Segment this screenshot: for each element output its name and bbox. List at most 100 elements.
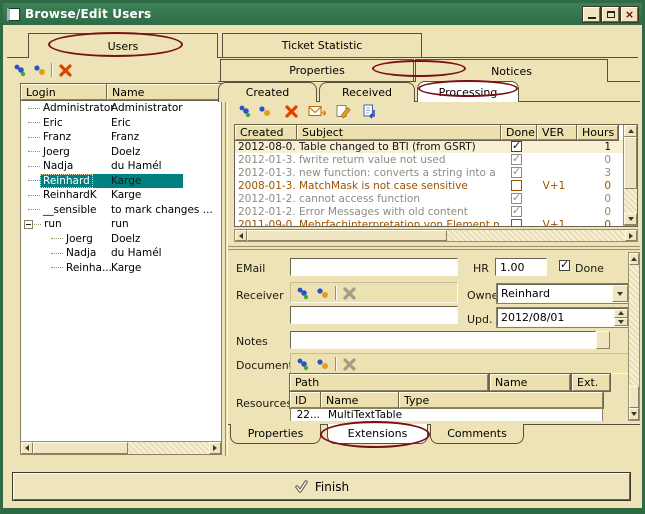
- column-subject[interactable]: Subject: [297, 125, 501, 140]
- horizontal-splitter[interactable]: [228, 246, 640, 250]
- scroll-up-button[interactable]: [624, 125, 637, 137]
- maximize-button[interactable]: [602, 7, 619, 22]
- spin-down-button[interactable]: [614, 318, 628, 327]
- tree-row-selected[interactable]: ReinhardKarge: [21, 174, 221, 189]
- delete-receiver-button-disabled[interactable]: [340, 284, 358, 302]
- done-checkbox[interactable]: [511, 180, 522, 191]
- scroll-thumb[interactable]: [33, 442, 128, 454]
- add-receiver-button[interactable]: [294, 284, 312, 302]
- column-type[interactable]: Type: [399, 392, 603, 408]
- scroll-thumb[interactable]: [247, 230, 447, 241]
- column-ver[interactable]: VER: [537, 125, 577, 140]
- done-checkbox[interactable]: [511, 167, 522, 178]
- minimize-button[interactable]: [583, 7, 600, 22]
- tab-properties-bottom[interactable]: Properties: [230, 424, 321, 444]
- close-button[interactable]: ×: [621, 7, 638, 22]
- scroll-track[interactable]: [128, 442, 209, 454]
- delete-user-button[interactable]: [56, 61, 74, 79]
- tree-hscrollbar[interactable]: [21, 441, 221, 454]
- link-receiver-button[interactable]: [314, 284, 332, 302]
- tree-row-child[interactable]: Nadjadu Hamél: [21, 246, 221, 261]
- tab-ticket-statistic[interactable]: Ticket Statistic: [222, 33, 422, 57]
- notice-row[interactable]: 2008-01-3... MatchMask is not case sensi…: [235, 179, 637, 192]
- edit-notice-button[interactable]: [334, 102, 352, 120]
- upd-date-field[interactable]: 2012/08/01: [497, 308, 629, 327]
- tree-row[interactable]: EricEric: [21, 116, 221, 131]
- tab-comments[interactable]: Comments: [430, 424, 524, 444]
- tree-row-child[interactable]: Reinha...Karge: [21, 261, 221, 276]
- done-checkbox[interactable]: [511, 219, 522, 227]
- column-doc-name[interactable]: Name: [490, 374, 570, 391]
- add-document-button[interactable]: [294, 355, 312, 373]
- done-checkbox-form[interactable]: [559, 260, 570, 271]
- tree-row[interactable]: FranzFranz: [21, 130, 221, 145]
- resource-row[interactable]: 22... MultiTextTable: [290, 408, 603, 421]
- tab-notices[interactable]: Notices: [415, 59, 608, 82]
- notice-row[interactable]: 2012-01-2... cannot access function 0: [235, 192, 637, 205]
- subtab-created[interactable]: Created: [218, 82, 317, 102]
- scroll-thumb[interactable]: [629, 386, 639, 408]
- tree-row[interactable]: __sensibleto mark changes ...: [21, 203, 221, 218]
- add-user-button[interactable]: [11, 61, 29, 79]
- scroll-down-button[interactable]: [629, 408, 639, 420]
- link-user-button[interactable]: [31, 61, 49, 79]
- notes-field[interactable]: [290, 331, 596, 349]
- scroll-track[interactable]: [629, 265, 639, 386]
- column-login[interactable]: Login: [21, 84, 107, 100]
- done-checkbox[interactable]: [511, 206, 522, 217]
- send-mail-button[interactable]: [308, 102, 326, 120]
- tab-properties[interactable]: Properties: [220, 59, 414, 81]
- scroll-thumb[interactable]: [624, 137, 637, 189]
- link-document-button[interactable]: [314, 355, 332, 373]
- tree-row[interactable]: runrun: [21, 217, 221, 232]
- subtab-processing[interactable]: Processing: [417, 81, 519, 102]
- hr-field[interactable]: [495, 258, 547, 276]
- scroll-left-button[interactable]: [21, 442, 33, 454]
- add-notice-button[interactable]: [236, 102, 254, 120]
- column-id[interactable]: ID: [290, 392, 321, 408]
- tree-row[interactable]: JoergDoelz: [21, 145, 221, 160]
- email-field[interactable]: [290, 258, 458, 276]
- notice-row[interactable]: 2012-01-3... new function: converts a st…: [235, 166, 637, 179]
- done-checkbox[interactable]: [511, 193, 522, 204]
- dropdown-button[interactable]: [612, 285, 628, 302]
- panel-splitter[interactable]: [225, 60, 228, 456]
- tree-row[interactable]: AdministratorAdministrator: [21, 101, 221, 116]
- tab-users[interactable]: Users: [28, 33, 218, 58]
- done-checkbox[interactable]: [511, 154, 522, 165]
- tree-row[interactable]: Nadjadu Hamél: [21, 159, 221, 174]
- notices-hscrollbar[interactable]: [234, 229, 638, 242]
- scroll-track[interactable]: [447, 230, 625, 241]
- column-ext[interactable]: Ext.: [572, 374, 610, 391]
- tree-row-child[interactable]: JoergDoelz: [21, 232, 221, 247]
- scroll-track[interactable]: [624, 189, 637, 213]
- tab-extensions[interactable]: Extensions: [327, 424, 428, 444]
- copy-notice-button[interactable]: [360, 102, 378, 120]
- finish-button[interactable]: Finish: [13, 473, 630, 500]
- scroll-right-button[interactable]: [209, 442, 221, 454]
- collapse-expander-icon[interactable]: [24, 220, 33, 229]
- column-name[interactable]: Name: [107, 84, 221, 100]
- spin-up-button[interactable]: [614, 309, 628, 318]
- column-res-name[interactable]: Name: [321, 392, 399, 408]
- notice-row[interactable]: 2012-01-3... fwrite return value not use…: [235, 153, 637, 166]
- column-hours[interactable]: Hours: [577, 125, 618, 140]
- column-created[interactable]: Created: [235, 125, 297, 140]
- notice-row[interactable]: 2012-08-0... Table changed to BTI (from …: [235, 140, 637, 153]
- notices-vscrollbar[interactable]: [623, 125, 637, 226]
- receiver-field[interactable]: [290, 306, 458, 324]
- scroll-up-button[interactable]: [629, 253, 639, 265]
- subtab-received[interactable]: Received: [319, 82, 415, 102]
- form-vscrollbar[interactable]: [628, 252, 640, 421]
- scroll-right-button[interactable]: [625, 230, 637, 241]
- tree-row[interactable]: ReinhardKKarge: [21, 188, 221, 203]
- scroll-left-button[interactable]: [235, 230, 247, 241]
- column-done[interactable]: Done: [501, 125, 537, 140]
- link-notice-button[interactable]: [256, 102, 274, 120]
- notice-row[interactable]: 2012-01-2... Error Messages with old con…: [235, 205, 637, 218]
- done-checkbox[interactable]: [511, 141, 522, 152]
- delete-document-button-disabled[interactable]: [340, 355, 358, 373]
- delete-notice-button[interactable]: [282, 102, 300, 120]
- owner-dropdown[interactable]: Reinhard: [497, 284, 629, 303]
- notice-row[interactable]: 2011-09-0... Mehrfachinterpretation von …: [235, 218, 637, 227]
